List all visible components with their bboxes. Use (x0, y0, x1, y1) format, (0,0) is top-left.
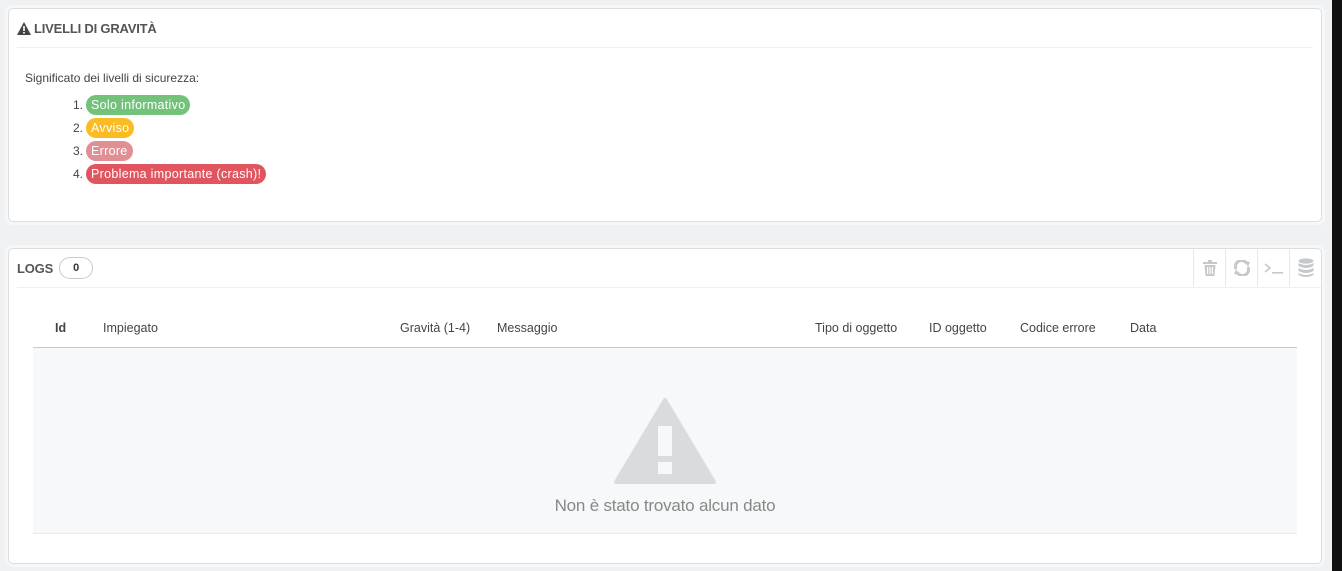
refresh-list-button[interactable] (1225, 249, 1257, 287)
column-header-severity[interactable]: Gravità (1-4) (396, 309, 493, 348)
severity-level-item: 4. Problema importante (crash)! (73, 162, 1305, 185)
severity-badge-crash: Problema importante (crash)! (86, 163, 267, 184)
database-icon (1298, 258, 1313, 277)
level-number: 1. (73, 97, 84, 112)
empty-state: Non è stato trovato alcun dato (33, 364, 1297, 516)
severity-level-item: 2. Avviso (73, 116, 1305, 139)
severity-panel-body: Significato dei livelli di sicurezza: 1.… (9, 48, 1321, 185)
logs-toolbar (1193, 249, 1321, 287)
logs-table-wrap: Id Impiegato Gravità (1-4) Messaggio Tip… (33, 309, 1297, 534)
severity-panel-title: LIVELLI DI GRAVITÀ (34, 20, 157, 36)
warning-icon (17, 21, 31, 35)
terminal-icon (1264, 263, 1283, 274)
window-edge (1332, 0, 1342, 571)
table-header-row: Id Impiegato Gravità (1-4) Messaggio Tip… (33, 309, 1297, 348)
export-sql-manager-button[interactable] (1289, 249, 1321, 287)
severity-levels-list: 1. Solo informativo 2. Avviso 3. Errore … (73, 93, 1305, 185)
logs-panel: LOGS 0 Id Impiegato Gravità (1-4) Messag… (8, 248, 1322, 564)
refresh-icon (1233, 260, 1250, 276)
severity-intro: Significato dei livelli di sicurezza: (25, 71, 200, 85)
empty-state-cell: Non è stato trovato alcun dato (33, 347, 1297, 534)
logs-table: Id Impiegato Gravità (1-4) Messaggio Tip… (33, 309, 1297, 534)
page: LIVELLI DI GRAVITÀ Significato dei livel… (0, 0, 1342, 571)
level-number: 2. (73, 120, 84, 135)
column-header-employee[interactable]: Impiegato (99, 309, 396, 348)
level-number: 3. (73, 143, 84, 158)
empty-state-message: Non è stato trovato alcun dato (554, 496, 776, 515)
column-header-message[interactable]: Messaggio (493, 309, 811, 348)
severity-level-item: 3. Errore (73, 139, 1305, 162)
severity-badge-warning: Avviso (86, 117, 135, 138)
column-header-error-code[interactable]: Codice errore (1016, 309, 1126, 348)
severity-panel-heading: LIVELLI DI GRAVITÀ (17, 9, 1313, 48)
logs-count-badge: 0 (59, 257, 94, 279)
column-header-id[interactable]: Id (33, 309, 99, 348)
logs-panel-heading: LOGS 0 (17, 249, 1321, 288)
logs-title: LOGS (17, 260, 54, 276)
column-header-object-type[interactable]: Tipo di oggetto (811, 309, 925, 348)
erase-all-logs-button[interactable] (1193, 249, 1225, 287)
level-number: 4. (73, 166, 84, 181)
column-header-date[interactable]: Data (1126, 309, 1297, 348)
severity-badge-info: Solo informativo (86, 94, 191, 115)
empty-row: Non è stato trovato alcun dato (33, 347, 1297, 534)
trash-icon (1202, 260, 1217, 276)
severity-badge-error: Errore (86, 140, 133, 161)
show-sql-query-button[interactable] (1257, 249, 1289, 287)
severity-level-item: 1. Solo informativo (73, 93, 1305, 116)
severity-levels-panel: LIVELLI DI GRAVITÀ Significato dei livel… (8, 8, 1322, 222)
column-header-object-id[interactable]: ID oggetto (925, 309, 1016, 348)
warning-icon (614, 398, 716, 484)
logs-title-group: LOGS 0 (17, 257, 94, 279)
